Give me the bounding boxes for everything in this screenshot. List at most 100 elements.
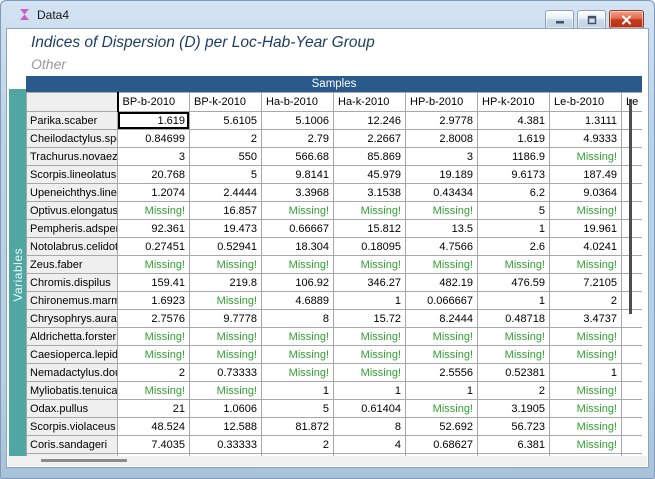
cell[interactable]: 12.246 [334,112,406,130]
column-header[interactable]: Le-b-2010 [550,93,622,112]
cell[interactable]: 1.3111 [550,112,622,130]
cell[interactable] [622,346,643,364]
close-button[interactable] [609,10,644,29]
cell[interactable]: Missing! [334,328,406,346]
cell[interactable]: Missing! [550,328,622,346]
cell[interactable]: 3.1538 [334,184,406,202]
row-label[interactable]: Coris.sandageri [27,436,118,454]
cell[interactable]: 21 [118,400,190,418]
cell[interactable]: Missing! [406,202,478,220]
titlebar[interactable]: Data4 [1,1,654,28]
cell[interactable]: 1186.9 [478,148,550,166]
cell[interactable]: 0.66667 [262,220,334,238]
cell[interactable]: 8 [334,418,406,436]
cell[interactable]: 12.588 [190,418,262,436]
cell[interactable]: 3.4737 [550,310,622,328]
cell[interactable]: 45.979 [334,166,406,184]
cell[interactable]: 2 [262,436,334,454]
cell[interactable]: 9.6173 [478,166,550,184]
cell[interactable]: Missing! [190,382,262,400]
row-label[interactable]: Chromis.dispilus [27,274,118,292]
row-label[interactable]: Odax.pullus [27,400,118,418]
cell[interactable]: 2 [190,130,262,148]
cell[interactable]: 1 [478,292,550,310]
cell[interactable]: 19.473 [190,220,262,238]
cell[interactable]: 346.27 [334,274,406,292]
cell[interactable]: Missing! [406,400,478,418]
vertical-scrollbar-thumb[interactable] [629,99,632,314]
cell[interactable]: 81.872 [262,418,334,436]
cell[interactable]: 8.2444 [406,310,478,328]
column-header[interactable]: BP-k-2010 [190,93,262,112]
cell[interactable]: 1 [478,220,550,238]
cell[interactable]: 48.524 [118,418,190,436]
cell[interactable]: 20.768 [118,166,190,184]
column-header[interactable]: HP-b-2010 [406,93,478,112]
cell[interactable]: 2.8008 [406,130,478,148]
cell[interactable]: 566.68 [262,148,334,166]
cell[interactable] [622,436,643,454]
cell[interactable]: Missing! [118,202,190,220]
cell[interactable]: 0.84699 [118,130,190,148]
cell[interactable]: 1 [334,292,406,310]
row-label[interactable]: Nemadactylus.doug [27,364,118,382]
cell[interactable]: 56.723 [478,418,550,436]
horizontal-scrollbar[interactable] [8,456,647,466]
cell[interactable]: 15.812 [334,220,406,238]
cell[interactable]: Missing! [118,328,190,346]
cell[interactable]: 6.2 [478,184,550,202]
cell[interactable]: 19.961 [550,220,622,238]
cell[interactable]: Missing! [262,328,334,346]
column-header[interactable]: Ha-b-2010 [262,93,334,112]
cell[interactable]: Missing! [262,202,334,220]
cell[interactable]: Missing! [118,382,190,400]
cell[interactable]: Missing! [334,202,406,220]
row-label[interactable]: Chironemus.marmo [27,292,118,310]
cell[interactable]: Missing! [190,346,262,364]
cell[interactable]: 0.33333 [190,436,262,454]
cell[interactable]: Missing! [478,256,550,274]
cell[interactable]: 5.6105 [190,112,262,130]
cell[interactable]: Missing! [550,418,622,436]
cell[interactable]: 0.48718 [478,310,550,328]
cell[interactable]: 92.361 [118,220,190,238]
cell[interactable]: 2.7576 [118,310,190,328]
cell[interactable]: Missing! [262,256,334,274]
cell[interactable]: 2.6 [478,238,550,256]
cell[interactable]: 0.18095 [334,238,406,256]
horizontal-scrollbar-thumb[interactable] [41,459,127,462]
cell[interactable]: 0.52941 [190,238,262,256]
cell[interactable]: 0.61404 [334,400,406,418]
restore-button[interactable] [577,10,606,29]
cell[interactable]: 3.3968 [262,184,334,202]
cell[interactable]: 0.27451 [118,238,190,256]
cell[interactable]: 1 [334,382,406,400]
row-label[interactable]: Scorpis.violaceus [27,418,118,436]
cell[interactable]: 0.066667 [406,292,478,310]
cell[interactable] [622,418,643,436]
cell[interactable]: 5 [478,202,550,220]
cell[interactable]: 1.6923 [118,292,190,310]
cell[interactable]: Missing! [334,256,406,274]
cell[interactable]: Missing! [334,364,406,382]
cell[interactable]: Missing! [334,346,406,364]
row-label[interactable]: Cheilodactylus.spec [27,130,118,148]
column-header[interactable]: BP-b-2010 [118,93,190,112]
cell[interactable]: Missing! [550,256,622,274]
cell[interactable]: 1 [406,382,478,400]
cell[interactable]: Missing! [478,328,550,346]
cell[interactable]: 159.41 [118,274,190,292]
cell[interactable] [622,328,643,346]
cell[interactable]: 5.1006 [262,112,334,130]
cell[interactable]: 4.381 [478,112,550,130]
cell[interactable]: 2.79 [262,130,334,148]
cell[interactable]: Missing! [406,256,478,274]
cell[interactable]: 7.2105 [550,274,622,292]
row-label[interactable]: Caesioperca.lepidop [27,346,118,364]
cell[interactable]: 1.619 [118,112,190,130]
cell[interactable]: Missing! [550,346,622,364]
cell[interactable]: 19.189 [406,166,478,184]
cell[interactable]: Missing! [550,148,622,166]
column-header[interactable]: Ha-k-2010 [334,93,406,112]
cell[interactable]: 9.7778 [190,310,262,328]
